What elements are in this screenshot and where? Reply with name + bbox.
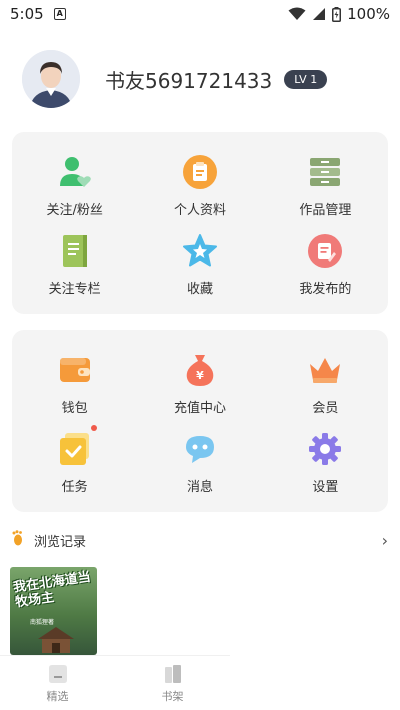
- notification-icon: A: [53, 8, 66, 20]
- menu-label: 收藏: [186, 281, 213, 297]
- history-title: 浏览记录: [34, 534, 87, 550]
- history-section-header[interactable]: 浏览记录 ›: [12, 528, 388, 552]
- footprint-icon: [12, 530, 24, 550]
- menu-wallet[interactable]: 钱包: [12, 344, 137, 423]
- notification-dot: [90, 424, 97, 431]
- money-bag-icon: ¥: [182, 352, 218, 388]
- level-badge: LV 1: [284, 69, 328, 89]
- notebook-icon: [57, 233, 93, 269]
- signal-icon: [313, 8, 326, 20]
- menu-label: 充值中心: [173, 400, 226, 416]
- menu-label: 设置: [312, 479, 339, 495]
- menu-tasks[interactable]: 任务: [12, 423, 137, 502]
- crown-icon: [307, 352, 343, 388]
- profile-header[interactable]: 书友5691721433 LV 1: [22, 50, 328, 108]
- menu-label: 钱包: [61, 400, 88, 416]
- account-menu-card: 钱包 ¥ 充值中心 会员 任务 消息 设置: [12, 330, 388, 512]
- menu-label: 会员: [312, 400, 339, 416]
- gear-icon: [307, 431, 343, 467]
- svg-text:¥: ¥: [196, 369, 204, 382]
- menu-label: 个人资料: [173, 202, 226, 218]
- chat-bubble-icon: [182, 431, 218, 467]
- menu-favorites[interactable]: 收藏: [137, 225, 262, 304]
- wifi-icon: [288, 7, 306, 20]
- featured-icon: [48, 664, 67, 683]
- recent-book-cover[interactable]: 我在北海道当牧场主 南狐狸著: [10, 567, 97, 655]
- menu-label: 我发布的: [299, 281, 352, 297]
- tab-featured[interactable]: 精选: [0, 656, 115, 710]
- user-heart-icon: [57, 154, 93, 190]
- menu-label: 任务: [61, 479, 88, 495]
- book-cover-title: 我在北海道当牧场主: [12, 569, 92, 611]
- status-time: 5:05: [10, 5, 44, 23]
- menu-settings[interactable]: 设置: [263, 423, 388, 502]
- user-nickname: 书友5691721433: [105, 68, 273, 93]
- menu-membership[interactable]: 会员: [263, 344, 388, 423]
- menu-label: 关注专栏: [48, 281, 101, 297]
- bottom-tab-bar: 精选 书架: [0, 655, 230, 710]
- star-icon: [182, 233, 218, 269]
- chevron-right-icon[interactable]: ›: [382, 531, 388, 550]
- drawer-icon: [307, 154, 343, 190]
- edit-note-icon: [307, 233, 343, 269]
- tab-bookshelf[interactable]: 书架: [115, 656, 230, 710]
- cabin-illustration: [38, 627, 74, 653]
- menu-works-management[interactable]: 作品管理: [263, 146, 388, 225]
- menu-messages[interactable]: 消息: [137, 423, 262, 502]
- menu-label: 作品管理: [299, 202, 352, 218]
- menu-my-posts[interactable]: 我发布的: [263, 225, 388, 304]
- clipboard-icon: [182, 154, 218, 190]
- battery-icon: [332, 6, 342, 22]
- menu-recharge-center[interactable]: ¥ 充值中心: [137, 344, 262, 423]
- menu-label: 关注/粉丝: [46, 202, 103, 218]
- bookshelf-icon: [164, 664, 181, 683]
- menu-personal-info[interactable]: 个人资料: [137, 146, 262, 225]
- avatar[interactable]: [22, 50, 80, 108]
- wallet-icon: [57, 352, 93, 388]
- creator-menu-card: 关注/粉丝 个人资料 作品管理 关注专栏 收藏 我发布的: [12, 132, 388, 314]
- tab-label: 书架: [161, 689, 184, 703]
- status-bar: 5:05 A 100%: [0, 0, 400, 28]
- task-check-icon: [57, 424, 97, 467]
- tab-label: 精选: [46, 689, 69, 703]
- menu-follow-fans[interactable]: 关注/粉丝: [12, 146, 137, 225]
- menu-label: 消息: [186, 479, 213, 495]
- menu-followed-columns[interactable]: 关注专栏: [12, 225, 137, 304]
- battery-level: 100%: [347, 5, 390, 23]
